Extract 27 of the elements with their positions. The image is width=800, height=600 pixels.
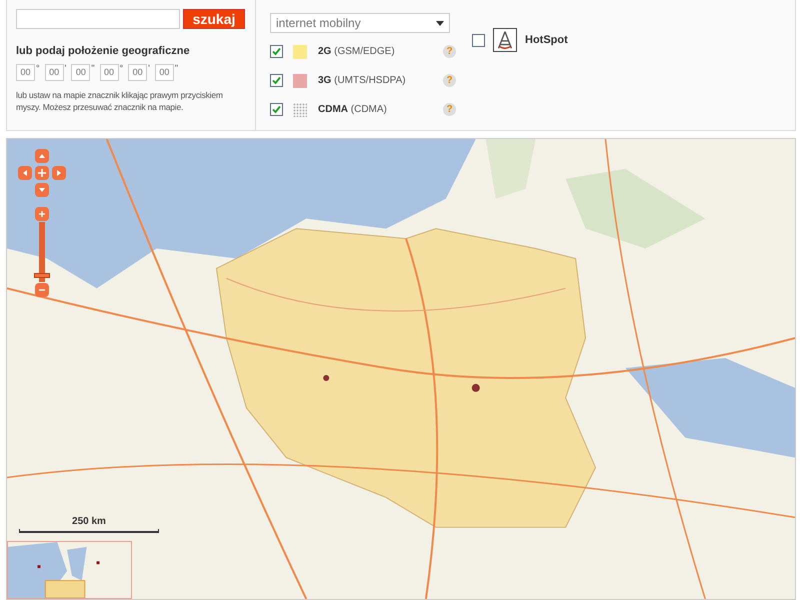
coordinate-field[interactable]: 00 — [44, 64, 64, 80]
layer-label: 3G (UMTS/HSDPA) — [318, 74, 407, 88]
layer-label: 2G (GSM/EDGE) — [318, 45, 396, 59]
geo-heading: lub podaj położenie geograficzne — [16, 44, 191, 59]
search-button[interactable]: szukaj — [183, 9, 245, 29]
layer-label: CDMA (CDMA) — [318, 103, 388, 117]
coordinate-field[interactable]: 00 — [16, 64, 35, 80]
checkbox[interactable] — [270, 103, 283, 116]
coordinate-field[interactable]: 00 — [71, 64, 90, 80]
antenna-icon — [493, 28, 517, 52]
coordinate-field[interactable]: 00 — [128, 64, 148, 80]
hotspot-label: HotSpot — [525, 32, 568, 48]
dropdown-arrow-icon — [436, 20, 444, 26]
coordinate-field[interactable]: 00 — [100, 64, 119, 80]
checkbox[interactable] — [270, 74, 283, 87]
unit-mark: " — [91, 64, 95, 72]
unit-mark: ° — [36, 64, 40, 72]
unit-mark: " — [174, 64, 178, 72]
checkbox[interactable] — [472, 34, 485, 46]
unit-mark: ° — [120, 64, 124, 72]
hint-text: lub ustaw na mapie znacznik klikając prawym przyciskiem myszy. Możesz przesuwać znacznik na mapie. — [16, 88, 224, 112]
coordinate-field[interactable]: 00 — [154, 64, 174, 80]
layer-dropdown[interactable]: internet mobilny — [270, 13, 450, 33]
unit-mark: ' — [148, 64, 150, 72]
checkbox[interactable] — [270, 45, 283, 58]
search-field[interactable] — [16, 9, 180, 29]
unit-mark: ' — [64, 64, 66, 72]
